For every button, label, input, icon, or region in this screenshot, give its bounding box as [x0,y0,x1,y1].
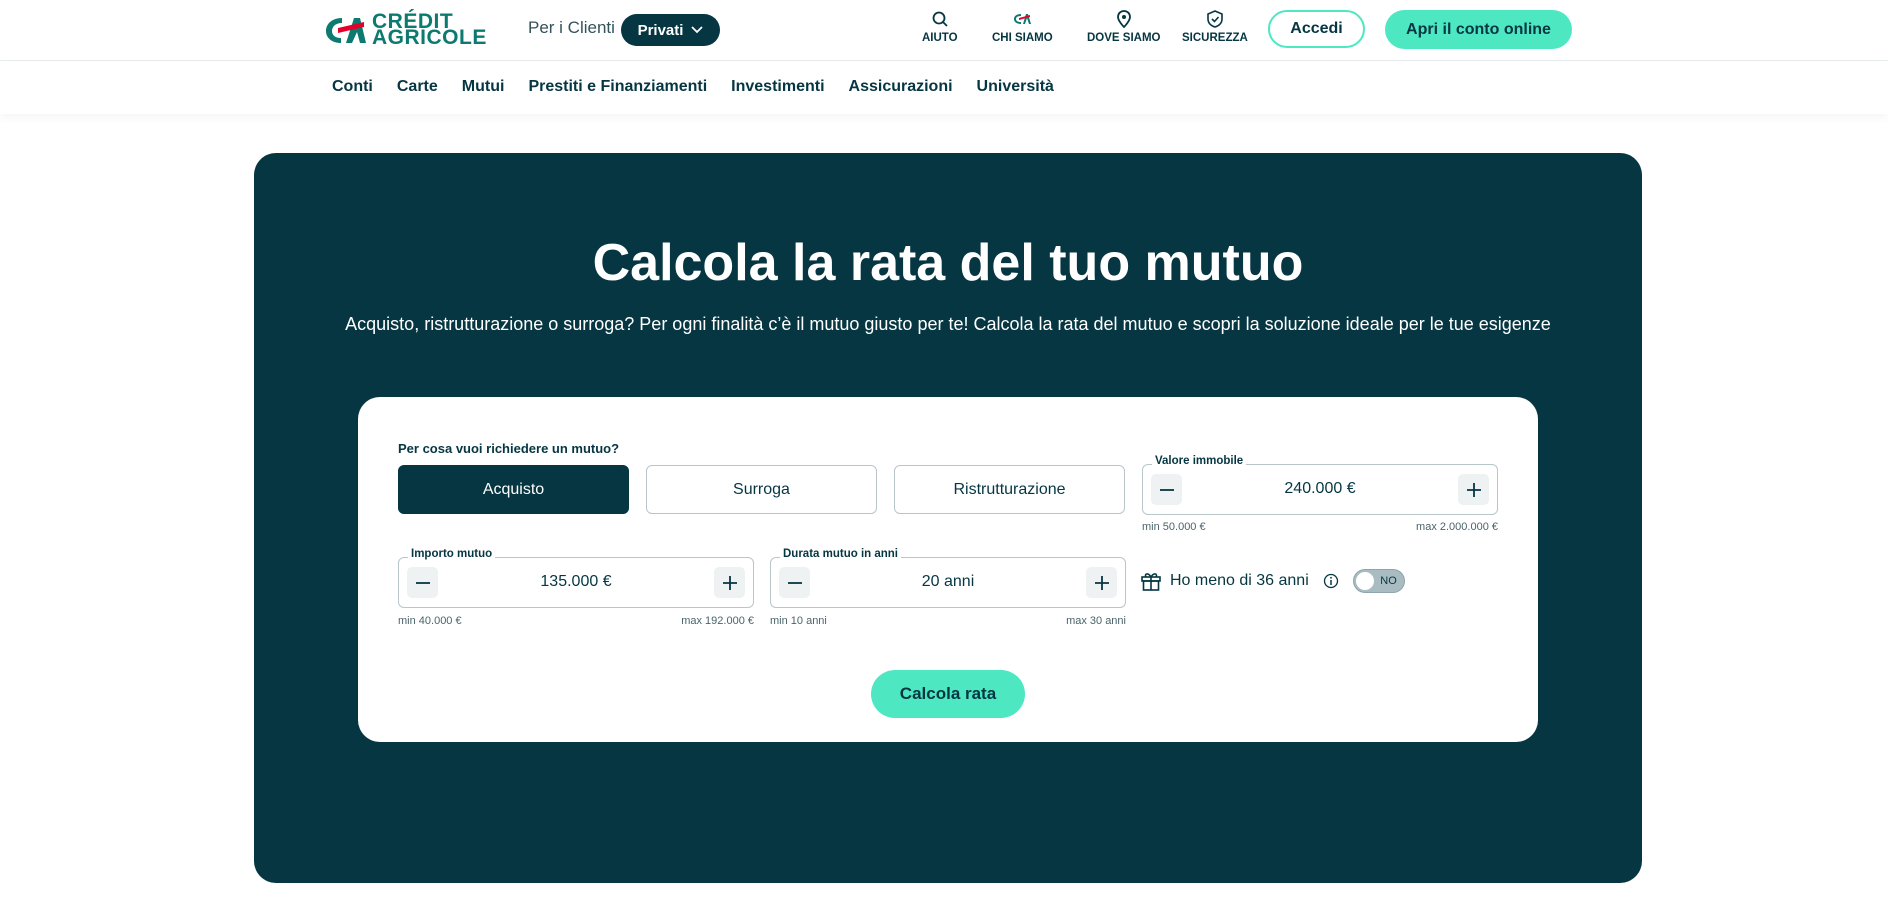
under-36-label: Ho meno di 36 anni [1170,572,1309,589]
top-header: CRÉDIT AGRICOLE Per i Clienti Privati AI… [0,0,1888,61]
durata-mutuo-plus-button[interactable] [1086,567,1117,598]
menu-item-mutui[interactable]: Mutui [462,78,505,96]
durata-mutuo-label: Durata mutuo in anni [780,548,901,560]
credit-agricole-logo[interactable]: CRÉDIT AGRICOLE [324,11,487,49]
sicurezza-label: SICUREZZA [1182,32,1248,44]
importo-mutuo-label: Importo mutuo [408,548,496,560]
logo-line-2: AGRICOLE [372,26,487,49]
sicurezza-link[interactable]: SICUREZZA [1182,10,1248,44]
valore-immobile-value[interactable]: 240.000 € [1143,480,1497,498]
apri-conto-button[interactable]: Apri il conto online [1385,10,1572,49]
aiuto-label: AIUTO [922,32,958,44]
plus-icon [1466,482,1481,497]
gift-icon [1141,573,1161,591]
per-clienti-label: Per i Clienti [528,18,615,37]
calcola-rata-button[interactable]: Calcola rata [871,670,1025,718]
mortgage-calculator-card: Per cosa vuoi richiedere un mutuo? Acqui… [358,397,1538,742]
chi-siamo-label: CHI SIAMO [992,32,1053,44]
dove-siamo-label: DOVE SIAMO [1087,32,1161,44]
page-subtitle: Acquisto, ristrutturazione o surroga? Pe… [345,314,1551,334]
chevron-down-icon [691,26,704,34]
valore-immobile-max: max 2.000.000 € [1416,521,1498,533]
under-36-toggle[interactable]: NO [1352,569,1405,593]
search-icon [932,11,948,27]
main-menu: Conti Carte Mutui Prestiti e Finanziamen… [0,62,1888,114]
importo-mutuo-value[interactable]: 135.000 € [399,573,753,591]
hero-section: Calcola la rata del tuo mutuo Acquisto, … [254,153,1642,883]
shield-icon [1207,10,1223,28]
location-pin-icon [1116,10,1131,28]
importo-mutuo-field: Importo mutuo 135.000 € [398,548,754,608]
durata-mutuo-max: max 30 anni [1066,615,1126,627]
durata-mutuo-value[interactable]: 20 anni [771,573,1125,591]
durata-mutuo-min: min 10 anni [770,615,827,627]
aiuto-link[interactable]: AIUTO [922,10,958,44]
privati-label: Privati [637,21,684,39]
menu-item-universita[interactable]: Università [977,78,1054,96]
ca-logo-icon [326,18,366,43]
menu-item-carte[interactable]: Carte [397,78,438,96]
plus-icon [1094,575,1109,590]
plus-icon [722,575,737,590]
menu-item-prestiti[interactable]: Prestiti e Finanziamenti [528,78,707,96]
valore-immobile-field: Valore immobile 240.000 € [1142,455,1498,515]
purpose-question: Per cosa vuoi richiedere un mutuo? [398,441,620,456]
option-acquisto[interactable]: Acquisto [398,465,629,514]
importo-mutuo-min: min 40.000 € [398,615,462,627]
menu-item-assicurazioni[interactable]: Assicurazioni [849,78,953,96]
under-36-row: Ho meno di 36 anni NO [1140,569,1405,593]
durata-mutuo-field: Durata mutuo in anni 20 anni [770,548,1126,608]
valore-immobile-plus-button[interactable] [1458,474,1489,505]
toggle-state: NO [1380,575,1397,587]
importo-mutuo-max: max 192.000 € [681,615,754,627]
menu-item-conti[interactable]: Conti [332,78,373,96]
info-icon[interactable] [1323,573,1339,589]
valore-immobile-min: min 50.000 € [1142,521,1206,533]
option-surroga[interactable]: Surroga [646,465,877,514]
ca-logo-icon [1014,14,1032,24]
menu-item-investimenti[interactable]: Investimenti [731,78,824,96]
importo-mutuo-plus-button[interactable] [714,567,745,598]
toggle-knob [1355,572,1374,590]
valore-immobile-label: Valore immobile [1152,455,1247,467]
option-ristrutturazione[interactable]: Ristrutturazione [894,465,1125,514]
page-title: Calcola la rata del tuo mutuo [592,234,1304,292]
chi-siamo-link[interactable]: CHI SIAMO [992,10,1053,44]
accedi-button[interactable]: Accedi [1268,10,1365,48]
dove-siamo-link[interactable]: DOVE SIAMO [1087,10,1160,44]
privati-dropdown[interactable]: Privati [621,14,720,46]
